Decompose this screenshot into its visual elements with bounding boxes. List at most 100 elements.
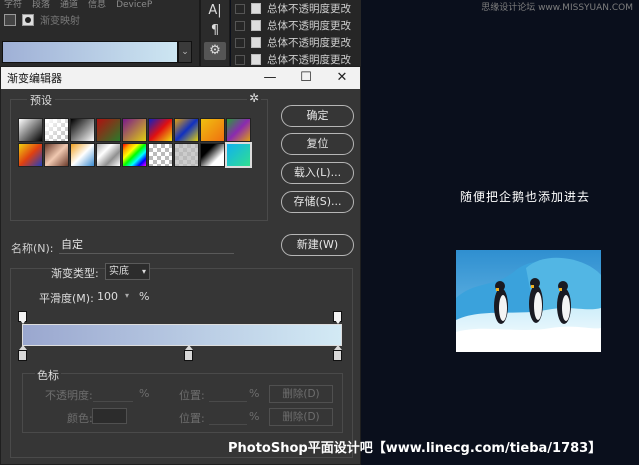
gear-icon[interactable]: ✲ <box>247 91 262 105</box>
history-item-label: 总体不透明度更改 <box>267 54 351 66</box>
chevron-down-icon: ▾ <box>141 267 146 276</box>
preset-swatch[interactable] <box>18 143 43 167</box>
history-panel: 总体不透明度更改 总体不透明度更改 总体不透明度更改 总体不透明度更改 <box>231 0 361 66</box>
smoothness-unit: % <box>139 290 150 303</box>
presets-group: 预设 ✲ <box>10 91 268 221</box>
opacity-stop-left[interactable] <box>18 311 27 324</box>
preset-swatch-selected[interactable] <box>225 142 252 168</box>
dialog-titlebar[interactable]: 渐变编辑器 — ☐ ✕ <box>1 67 360 89</box>
preset-swatch[interactable] <box>226 118 251 142</box>
color-stop-right[interactable] <box>333 345 342 361</box>
tab-channels[interactable]: 通道 <box>60 0 78 10</box>
document-icon <box>251 54 261 65</box>
penguin-photo <box>456 250 601 352</box>
preset-swatch[interactable] <box>122 143 147 167</box>
opacity-location-unit: % <box>249 387 260 400</box>
reset-button[interactable]: 复位 <box>281 133 354 155</box>
color-location-unit: % <box>249 410 260 423</box>
document-icon <box>251 37 261 48</box>
preset-swatch[interactable] <box>96 143 121 167</box>
penguin-image <box>456 250 601 352</box>
presets-label: 预设 <box>27 92 55 108</box>
caption-text: 随便把企鹅也添加进去 <box>460 190 591 204</box>
layer-row[interactable]: 渐变映射 <box>4 12 80 27</box>
smoothness-label: 平滑度(M): <box>39 292 94 305</box>
opacity-stop-right[interactable] <box>333 311 342 324</box>
layers-panel: 字符 段落 通道 信息 DeviceP 渐变映射 ⌄ <box>0 0 200 66</box>
preset-swatch[interactable] <box>96 118 121 142</box>
color-swatch[interactable] <box>92 408 127 424</box>
opacity-label: 不透明度: <box>45 389 93 402</box>
tab-devicep[interactable]: DeviceP <box>116 0 152 10</box>
color-stop-left[interactable] <box>18 345 27 361</box>
smoothness-input[interactable]: 100 <box>97 290 118 303</box>
color-midpoint-stop[interactable] <box>184 345 193 361</box>
color-location-field[interactable] <box>209 410 247 425</box>
preset-swatch[interactable] <box>18 118 43 142</box>
history-item[interactable]: 总体不透明度更改 <box>231 51 361 66</box>
gradient-type-value: 实底 <box>109 266 129 277</box>
preset-swatch[interactable] <box>70 143 95 167</box>
preset-swatch[interactable] <box>200 143 225 167</box>
gradient-type-select[interactable]: 实底 ▾ <box>105 263 150 280</box>
opacity-field[interactable] <box>93 387 133 402</box>
stops-label: 色标 <box>35 367 61 383</box>
delete-opacity-stop-button[interactable]: 删除(D) <box>269 385 333 403</box>
adjustment-icon <box>22 13 34 26</box>
preset-swatches <box>18 118 252 168</box>
history-item[interactable]: 总体不透明度更改 <box>231 17 361 34</box>
gradient-type-label: 渐变类型: <box>51 267 99 280</box>
save-button[interactable]: 存储(S)... <box>281 191 354 213</box>
tab-character[interactable]: 字符 <box>4 0 22 10</box>
panel-tabs: 字符 段落 通道 信息 DeviceP <box>0 0 199 10</box>
name-field[interactable]: 自定 <box>59 236 234 254</box>
preset-swatch[interactable] <box>44 118 69 142</box>
maximize-icon[interactable]: ☐ <box>288 67 324 89</box>
history-item[interactable]: 总体不透明度更改 <box>231 34 361 51</box>
minimize-icon[interactable]: — <box>252 67 288 89</box>
chevron-down-icon[interactable]: ⌄ <box>178 41 192 63</box>
preset-swatch[interactable] <box>44 143 69 167</box>
watermark-top: 思缘设计论坛 www.MISSYUAN.COM <box>481 3 633 13</box>
history-checkbox[interactable] <box>235 3 245 14</box>
history-item-label: 总体不透明度更改 <box>267 3 351 15</box>
gradient-bar[interactable] <box>22 324 342 346</box>
history-item-label: 总体不透明度更改 <box>267 20 351 32</box>
layer-visibility-icon[interactable] <box>4 13 16 26</box>
dialog-title: 渐变编辑器 <box>7 72 62 85</box>
close-icon[interactable]: ✕ <box>324 67 360 89</box>
chevron-down-icon[interactable]: ▾ <box>125 291 129 300</box>
color-label: 颜色: <box>67 412 93 425</box>
new-button[interactable]: 新建(W) <box>281 234 354 256</box>
history-checkbox[interactable] <box>235 20 245 31</box>
settings-icon[interactable]: ⚙ <box>204 42 226 60</box>
history-checkbox[interactable] <box>235 37 245 48</box>
preset-swatch[interactable] <box>174 118 199 142</box>
tab-info[interactable]: 信息 <box>88 0 106 10</box>
preset-swatch[interactable] <box>122 118 147 142</box>
ok-button[interactable]: 确定 <box>281 105 354 127</box>
opacity-location-field[interactable] <box>209 387 247 402</box>
opacity-unit: % <box>139 387 150 400</box>
preset-swatch[interactable] <box>148 118 173 142</box>
history-checkbox[interactable] <box>235 54 245 65</box>
gradient-map-preview[interactable] <box>2 41 178 63</box>
character-panel-icon[interactable]: A| <box>204 2 226 20</box>
paragraph-icon[interactable]: ¶ <box>204 22 226 40</box>
preset-swatch[interactable] <box>70 118 95 142</box>
load-button[interactable]: 载入(L)... <box>281 162 354 184</box>
history-item[interactable]: 总体不透明度更改 <box>231 0 361 17</box>
delete-color-stop-button[interactable]: 删除(D) <box>269 408 333 426</box>
layer-name: 渐变映射 <box>40 16 80 27</box>
preset-swatch[interactable] <box>174 143 199 167</box>
tab-paragraph[interactable]: 段落 <box>32 0 50 10</box>
footer-watermark: PhotoShop平面设计吧【www.linecg.com/tieba/1783… <box>228 441 602 456</box>
tool-column: A| ¶ ⚙ <box>200 0 230 66</box>
preset-swatch[interactable] <box>200 118 225 142</box>
history-item-label: 总体不透明度更改 <box>267 37 351 49</box>
opacity-location-label: 位置: <box>179 389 205 402</box>
color-location-label: 位置: <box>179 412 205 425</box>
document-icon <box>251 3 261 14</box>
preset-swatch[interactable] <box>148 143 173 167</box>
document-icon <box>251 20 261 31</box>
